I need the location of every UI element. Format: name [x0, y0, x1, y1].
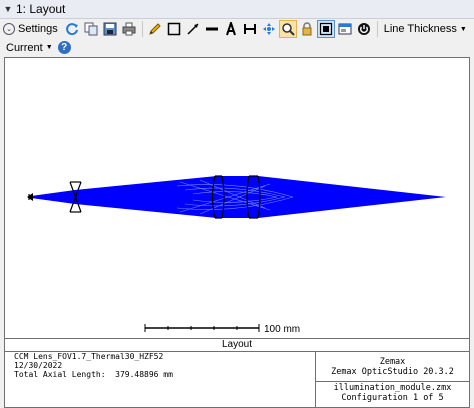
ray-bundle — [31, 176, 446, 218]
toolbar-separator — [376, 21, 378, 37]
move-button[interactable] — [260, 20, 278, 38]
save-button[interactable] — [101, 20, 119, 38]
current-dropdown[interactable]: Current ▼ — [0, 39, 57, 57]
dimension-button[interactable] — [241, 20, 259, 38]
save-icon — [103, 22, 117, 36]
chevron-down-icon: ⌄ — [3, 23, 15, 35]
file-info: illumination_module.zmx Configuration 1 … — [316, 383, 469, 403]
company-name: Zemax — [379, 357, 406, 367]
toolbar-separator — [141, 21, 143, 37]
arrow-button[interactable] — [184, 20, 202, 38]
text-icon — [225, 22, 236, 36]
lens-name: CCM Lens_FOV1.7_Thermal30_HZF52 — [14, 352, 164, 361]
line-thickness-dropdown[interactable]: Line Thickness ▼ — [381, 20, 470, 38]
axial-length-text: Total Axial Length: 379.48896 mm — [14, 370, 173, 379]
date-text: 12/30/2022 — [14, 361, 63, 370]
window-button[interactable] — [336, 20, 354, 38]
current-label: Current — [6, 41, 43, 54]
refresh-button[interactable] — [63, 20, 81, 38]
pencil-icon — [148, 23, 161, 35]
software-version: Zemax OpticStudio 20.3.2 — [331, 367, 454, 377]
power-button[interactable] — [355, 20, 373, 38]
layout-plot-area[interactable]: 100 mm — [4, 57, 470, 339]
zoom-icon — [282, 23, 295, 36]
software-info: Zemax Zemax OpticStudio 20.3.2 — [316, 357, 469, 377]
title-block-heading: Layout — [5, 339, 469, 352]
zoom-button[interactable] — [278, 20, 297, 38]
arrow-icon — [187, 23, 199, 35]
settings-label: Settings — [18, 23, 58, 35]
file-name: illumination_module.zmx — [333, 383, 452, 393]
line-icon — [205, 27, 218, 31]
configuration-text: Configuration 1 of 5 — [341, 393, 444, 403]
title-block-details: CCM Lens_FOV1.7_Thermal30_HZF52 12/30/20… — [14, 352, 314, 379]
collapse-chevron-icon[interactable]: ▼ — [0, 4, 16, 14]
main-toolbar: ⌄ Settings Line Thickness ▼ — [0, 19, 474, 39]
rectangle-button[interactable] — [165, 20, 183, 38]
dimension-icon — [243, 24, 256, 34]
title-block: Layout CCM Lens_FOV1.7_Thermal30_HZF52 1… — [4, 339, 470, 408]
print-button[interactable] — [120, 20, 138, 38]
line-thickness-label: Line Thickness — [383, 23, 457, 35]
line-button[interactable] — [203, 20, 221, 38]
fit-button[interactable] — [316, 20, 335, 38]
secondary-toolbar: Current ▼ ? — [0, 39, 474, 56]
fit-icon — [319, 22, 332, 36]
copy-icon — [84, 22, 98, 36]
source-element — [27, 193, 33, 201]
pencil-button[interactable] — [146, 20, 164, 38]
window-title-bar: ▼ 1: Layout — [0, 0, 474, 19]
title-block-divider — [316, 381, 469, 382]
dropdown-arrow-icon: ▼ — [45, 44, 53, 51]
text-button[interactable] — [222, 20, 240, 38]
settings-button[interactable]: ⌄ Settings — [0, 20, 62, 38]
lock-icon — [302, 22, 312, 36]
copy-button[interactable] — [82, 20, 100, 38]
dropdown-arrow-icon: ▼ — [459, 25, 467, 33]
window-title: 1: Layout — [16, 2, 66, 16]
lock-button[interactable] — [298, 20, 316, 38]
window-icon — [338, 23, 352, 35]
print-icon — [122, 22, 136, 36]
rectangle-icon — [167, 22, 180, 36]
refresh-icon — [65, 23, 78, 36]
lens-layout-drawing — [27, 175, 446, 332]
move-icon — [262, 23, 275, 35]
help-icon[interactable]: ? — [57, 41, 71, 54]
power-icon — [357, 23, 370, 35]
scale-bar — [144, 324, 260, 332]
scale-bar-label: 100 mm — [264, 324, 301, 335]
